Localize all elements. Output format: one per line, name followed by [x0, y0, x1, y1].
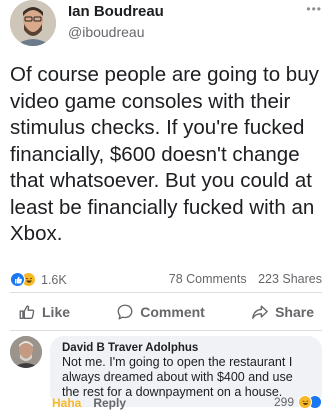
- reaction-summary[interactable]: 1.6K: [10, 272, 67, 287]
- like-reaction-icon: [10, 272, 25, 287]
- author-name[interactable]: Ian Boudreau: [68, 3, 164, 20]
- author-avatar[interactable]: [10, 0, 56, 46]
- share-label: Share: [275, 304, 314, 320]
- comment-text: Not me. I'm going to open the restaurant…: [62, 355, 293, 399]
- comment: David B Traver Adolphus Not me. I'm goin…: [10, 336, 322, 407]
- comment-label: Comment: [140, 304, 205, 320]
- comment-haha-button[interactable]: Haha: [52, 396, 81, 410]
- like-label: Like: [42, 304, 71, 320]
- divider: [10, 330, 322, 331]
- post-stats: 1.6K 78 Comments 223 Shares: [10, 272, 322, 290]
- post-text-line: financially, $600 doesn't change: [10, 142, 300, 166]
- author-handle: @iboudreau: [68, 24, 145, 40]
- engagement-counts: 78 Comments 223 Shares: [161, 272, 322, 286]
- share-arrow-icon: [252, 305, 268, 319]
- shares-count[interactable]: 223 Shares: [258, 272, 322, 286]
- reaction-count: 1.6K: [41, 272, 67, 287]
- commenter-avatar[interactable]: [10, 336, 42, 368]
- speech-bubble-icon: [117, 304, 133, 320]
- comment-reaction-count: 299: [273, 395, 294, 409]
- comments-count[interactable]: 78 Comments: [169, 272, 247, 286]
- post-text-line: that whatsoever. But you could at: [10, 169, 312, 192]
- action-bar: Like Comment Share: [10, 298, 322, 326]
- post-text-line: stimulus checks. If you're fucked: [10, 116, 305, 139]
- post-text-line: Of course people are going to buy: [10, 63, 319, 86]
- ellipsis-icon[interactable]: •••: [306, 2, 322, 16]
- post-text-line: least be financially fucked with an: [10, 195, 315, 219]
- comment-reply-button[interactable]: Reply: [93, 396, 126, 410]
- comment-reaction-summary[interactable]: 299: [274, 395, 322, 409]
- like-button[interactable]: Like: [10, 303, 78, 321]
- post-header: Ian Boudreau @iboudreau •••: [10, 0, 322, 46]
- comment-button[interactable]: Comment: [108, 303, 213, 321]
- post-text-line: video game consoles with their: [10, 89, 291, 113]
- thumbs-up-icon: [19, 305, 35, 319]
- comment-actions: Haha Reply: [52, 396, 126, 410]
- share-button[interactable]: Share: [243, 303, 322, 321]
- divider: [10, 292, 322, 293]
- post-text: Of course people are going to buy video …: [10, 62, 326, 248]
- post-text-line: Xbox.: [10, 222, 63, 245]
- haha-reaction-icon: [298, 395, 312, 409]
- commenter-name[interactable]: David B Traver Adolphus: [62, 342, 312, 354]
